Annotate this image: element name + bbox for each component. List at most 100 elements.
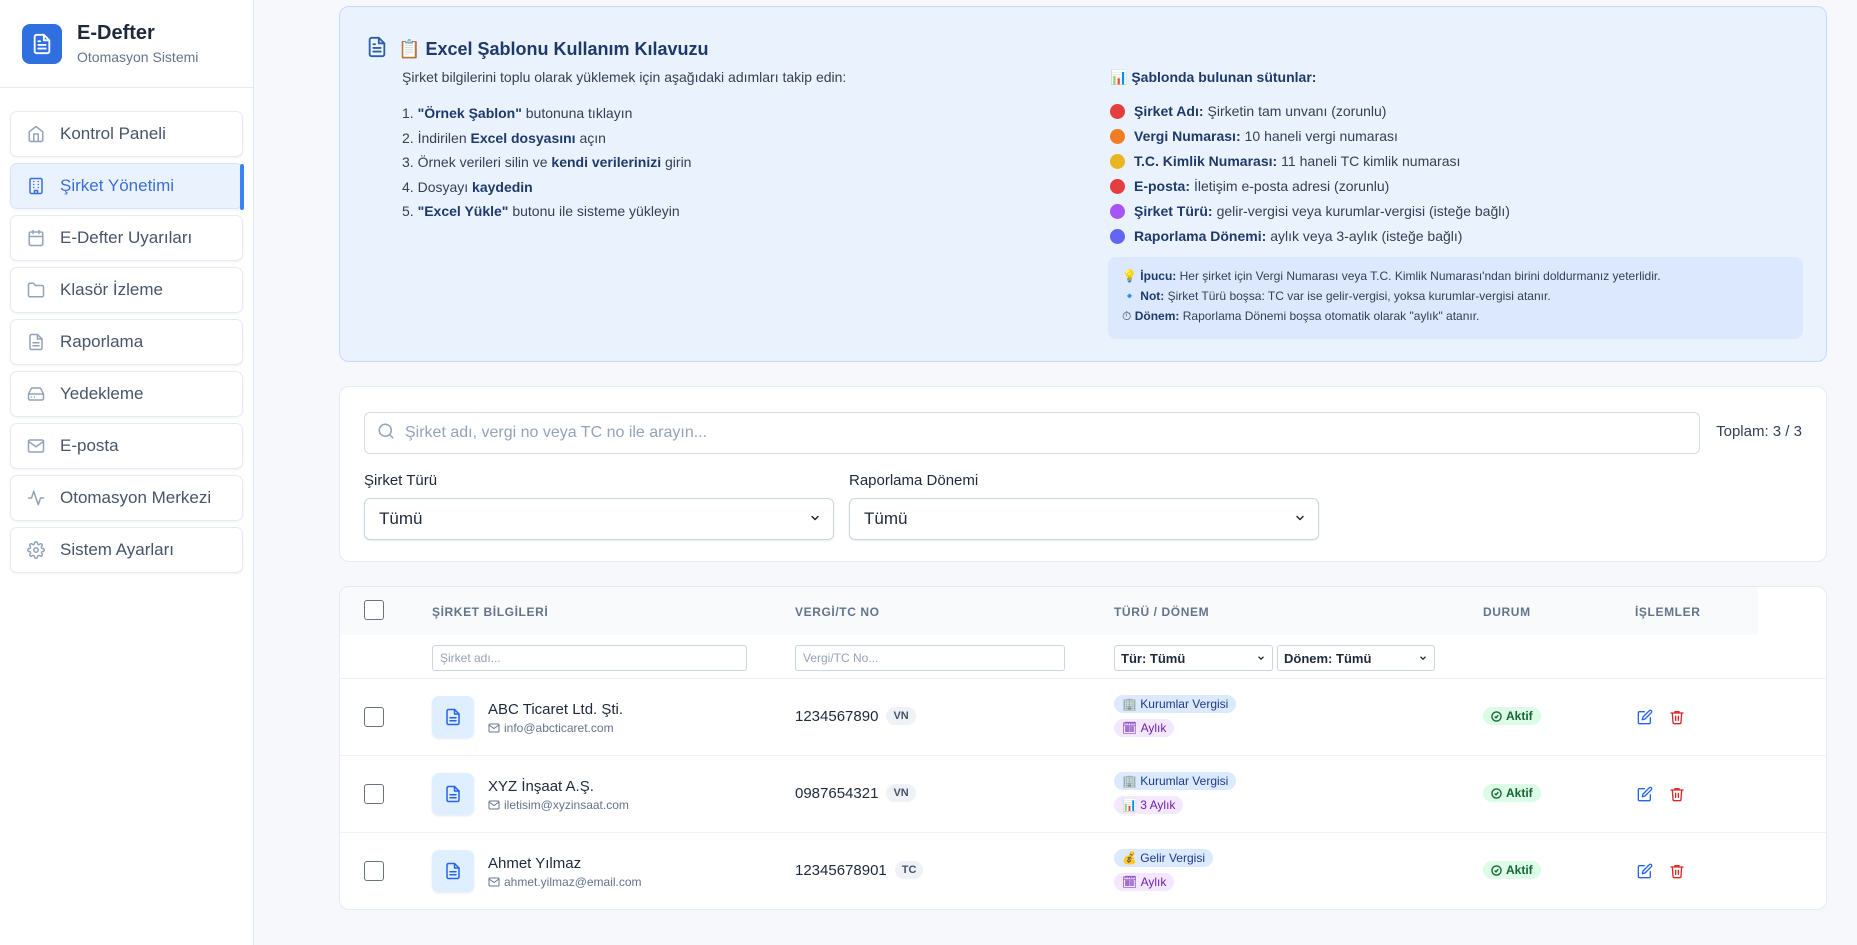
trash-icon [1670, 711, 1684, 725]
sidebar-item-klasor-izleme[interactable]: Klasör İzleme [10, 267, 243, 313]
excel-guide-card: 📋 Excel Şablonu Kullanım Kılavuzu Şirket… [339, 6, 1827, 362]
sidebar-item-raporlama[interactable]: Raporlama [10, 319, 243, 365]
sidebar-nav: Kontrol Paneli Şirket Yönetimi E-Defter … [0, 88, 253, 573]
calendar-icon: 🗓 [1122, 875, 1138, 889]
trash-icon [1670, 788, 1684, 802]
row-checkbox[interactable] [364, 707, 384, 727]
company-email: iletisim@xyzinsaat.com [488, 798, 629, 812]
guide-step: 1. "Örnek Şablon" butonuna tıklayın [402, 105, 633, 121]
period-filter-value: Dönem: Tümü [1284, 650, 1372, 666]
file-icon [26, 332, 46, 352]
tip-line: 🔹 Not: Şirket Türü boşsa: TC var ise gel… [1122, 289, 1551, 303]
sidebar-item-label: E-posta [60, 436, 119, 455]
reporting-period-value: Tümü [864, 509, 908, 528]
select-all-checkbox[interactable] [364, 600, 384, 620]
table-row: XYZ İnşaat A.Ş. iletisim@xyzinsaat.com 0… [340, 756, 1826, 833]
search-input[interactable] [405, 424, 1605, 442]
companies-table: ŞİRKET BİLGİLERİ VERGİ/TC NO TÜRÜ / DÖNE… [339, 586, 1827, 910]
red-dot-icon [1110, 104, 1125, 119]
sidebar-item-yedekleme[interactable]: Yedekleme [10, 371, 243, 417]
header-status: DURUM [1483, 605, 1531, 619]
column-item: Şirket Adı: Şirketin tam unvanı (zorunlu) [1110, 99, 1510, 124]
guide-step: 3. Örnek verileri silin ve kendi veriler… [402, 154, 692, 170]
company-name: ABC Ticaret Ltd. Şti. [488, 701, 624, 718]
sidebar-item-label: Klasör İzleme [60, 280, 163, 299]
sidebar-item-otomasyon-merkezi[interactable]: Otomasyon Merkezi [10, 475, 243, 521]
company-type-select[interactable]: Tümü [364, 498, 834, 540]
company-name-filter[interactable]: Şirket adı... [432, 645, 747, 671]
mail-icon [26, 436, 46, 456]
type-filter-select[interactable]: Tür: Tümü [1114, 645, 1273, 671]
total-count: Toplam: 3 / 3 [1716, 423, 1802, 440]
office-icon: 🏢 [1122, 774, 1137, 788]
sidebar-item-e-posta[interactable]: E-posta [10, 423, 243, 469]
sidebar-item-label: Sistem Ayarları [60, 540, 175, 559]
period-filter-select[interactable]: Dönem: Tümü [1277, 645, 1435, 671]
document-icon [366, 35, 388, 64]
company-doc-icon [432, 850, 474, 892]
calendar-icon [26, 228, 46, 248]
columns-list: Şirket Adı: Şirketin tam unvanı (zorunlu)… [1110, 99, 1510, 249]
delete-button[interactable] [1668, 862, 1686, 880]
tax-number: 1234567890 VN [795, 707, 916, 725]
company-name: XYZ İnşaat A.Ş. [488, 778, 594, 795]
tax-number-filter[interactable]: Vergi/TC No... [795, 645, 1065, 671]
tax-type-tag: VN [886, 707, 916, 725]
guide-title-text: Excel Şablonu Kullanım Kılavuzu [425, 39, 709, 59]
hard-drive-icon [26, 384, 46, 404]
edit-button[interactable] [1636, 785, 1654, 803]
note-icon: 🔹 [1122, 289, 1137, 303]
company-type-badge: 🏢 Kurumlar Vergisi [1114, 695, 1237, 713]
sidebar-item-label: Yedekleme [60, 384, 144, 403]
status-badge: Aktif [1483, 707, 1541, 725]
brand-logo-icon [22, 23, 62, 64]
delete-button[interactable] [1668, 708, 1686, 726]
mail-icon [488, 722, 500, 734]
guide-step: 5. "Excel Yükle" butonu ile sisteme yükl… [402, 203, 680, 219]
chart-icon: 📊 [1122, 798, 1137, 812]
tip-line: ⏱ Dönem: Raporlama Dönemi boşsa otomatik… [1122, 309, 1480, 323]
search-box[interactable] [364, 412, 1700, 454]
tax-number: 12345678901 TC [795, 861, 924, 879]
purple-dot-icon [1110, 204, 1125, 219]
edit-button[interactable] [1636, 708, 1654, 726]
brand: E-Defter Otomasyon Sistemi [0, 0, 253, 88]
brand-title: E-Defter [77, 22, 155, 44]
delete-button[interactable] [1668, 785, 1686, 803]
reporting-period-label: Raporlama Dönemi [849, 472, 979, 489]
check-circle-icon [1491, 710, 1502, 722]
sidebar-item-label: Şirket Yönetimi [60, 176, 175, 195]
filters-card: Toplam: 3 / 3 Şirket Türü Tümü Raporlama… [339, 386, 1827, 562]
sidebar-item-label: Kontrol Paneli [60, 124, 166, 143]
company-doc-icon [432, 696, 474, 738]
activity-icon [26, 488, 46, 508]
tax-type-tag: TC [894, 861, 924, 879]
brand-subtitle: Otomasyon Sistemi [77, 49, 199, 65]
sidebar: E-Defter Otomasyon Sistemi Kontrol Panel… [0, 0, 254, 945]
sidebar-item-kontrol-paneli[interactable]: Kontrol Paneli [10, 111, 243, 157]
orange-dot-icon [1110, 129, 1125, 144]
edit-button[interactable] [1636, 862, 1654, 880]
calendar-icon: 🗓 [1122, 721, 1138, 735]
tax-number: 0987654321 VN [795, 784, 916, 802]
sidebar-item-e-defter-uyarilari[interactable]: E-Defter Uyarıları [10, 215, 243, 261]
tax-type-tag: VN [886, 784, 916, 802]
column-item: Şirket Türü: gelir-vergisi veya kurumlar-… [1110, 199, 1510, 224]
reporting-period-select[interactable]: Tümü [849, 498, 1319, 540]
header-type: TÜRÜ / DÖNEM [1114, 605, 1210, 619]
sidebar-item-label: Raporlama [60, 332, 144, 351]
company-type-badge: 🏢 Kurumlar Vergisi [1114, 772, 1237, 790]
table-row: ABC Ticaret Ltd. Şti. info@abcticaret.co… [340, 679, 1826, 756]
company-type-label: Şirket Türü [364, 472, 438, 489]
guide-title: 📋 Excel Şablonu Kullanım Kılavuzu [398, 39, 709, 60]
sidebar-item-sistem-ayarlari[interactable]: Sistem Ayarları [10, 527, 243, 573]
home-icon [26, 124, 46, 144]
sidebar-item-sirket-yonetimi[interactable]: Şirket Yönetimi [10, 163, 244, 210]
header-company: ŞİRKET BİLGİLERİ [432, 605, 549, 619]
header-actions: İŞLEMLER [1635, 605, 1701, 619]
row-checkbox[interactable] [364, 784, 384, 804]
status-badge: Aktif [1483, 861, 1541, 879]
chevron-down-icon [1294, 509, 1306, 529]
row-checkbox[interactable] [364, 861, 384, 881]
company-type-value: Tümü [379, 509, 423, 528]
